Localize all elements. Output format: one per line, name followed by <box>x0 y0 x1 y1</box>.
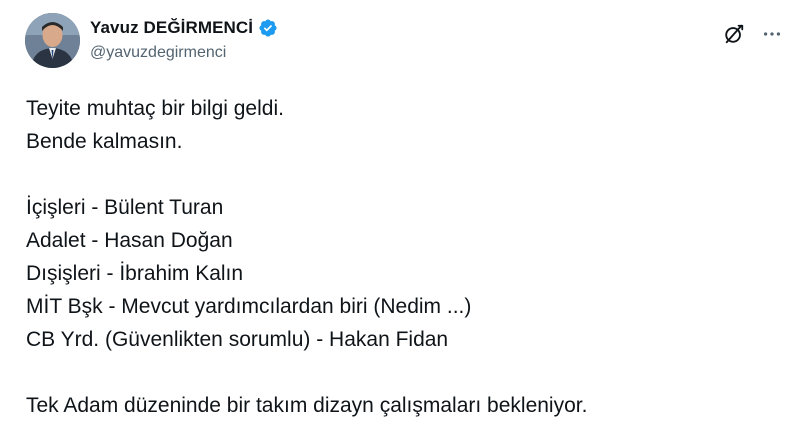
tweet-line: İçişleri - Bülent Turan <box>26 196 224 219</box>
tweet-line: Dışişleri - İbrahim Kalın <box>26 262 244 285</box>
more-options-icon <box>763 32 781 36</box>
grok-icon <box>725 24 744 44</box>
author-handle[interactable]: @yavuzdegirmenci <box>90 44 278 62</box>
grok-button[interactable] <box>721 21 747 47</box>
tweet-line: Bende kalmasın. <box>26 130 183 153</box>
author-display-name[interactable]: Yavuz DEĞİRMENCİ <box>90 18 253 38</box>
tweet-line: CB Yrd. (Güvenlikten sorumlu) - Hakan Fi… <box>26 328 449 351</box>
more-options-button[interactable] <box>759 21 785 47</box>
tweet-card: Yavuz DEĞİRMENCİ @yavuzdegirmenci Teyite… <box>0 0 803 430</box>
verified-badge-icon <box>258 18 278 38</box>
avatar-image <box>25 13 80 68</box>
tweet-header: Yavuz DEĞİRMENCİ @yavuzdegirmenci <box>25 13 785 73</box>
tweet-actions <box>721 21 785 47</box>
tweet-line: MİT Bşk - Mevcut yardımcılardan biri (Ne… <box>26 295 472 318</box>
tweet-line: Adalet - Hasan Doğan <box>26 229 233 252</box>
avatar[interactable] <box>25 13 80 68</box>
tweet-line: Tek Adam düzeninde bir takım dizayn çalı… <box>26 394 588 417</box>
name-row: Yavuz DEĞİRMENCİ <box>90 16 278 40</box>
tweet-line: Teyite muhtaç bir bilgi geldi. <box>26 97 284 120</box>
tweet-text: Teyite muhtaç bir bilgi geldi. Bende kal… <box>26 92 766 422</box>
author-identity: Yavuz DEĞİRMENCİ @yavuzdegirmenci <box>90 16 278 62</box>
